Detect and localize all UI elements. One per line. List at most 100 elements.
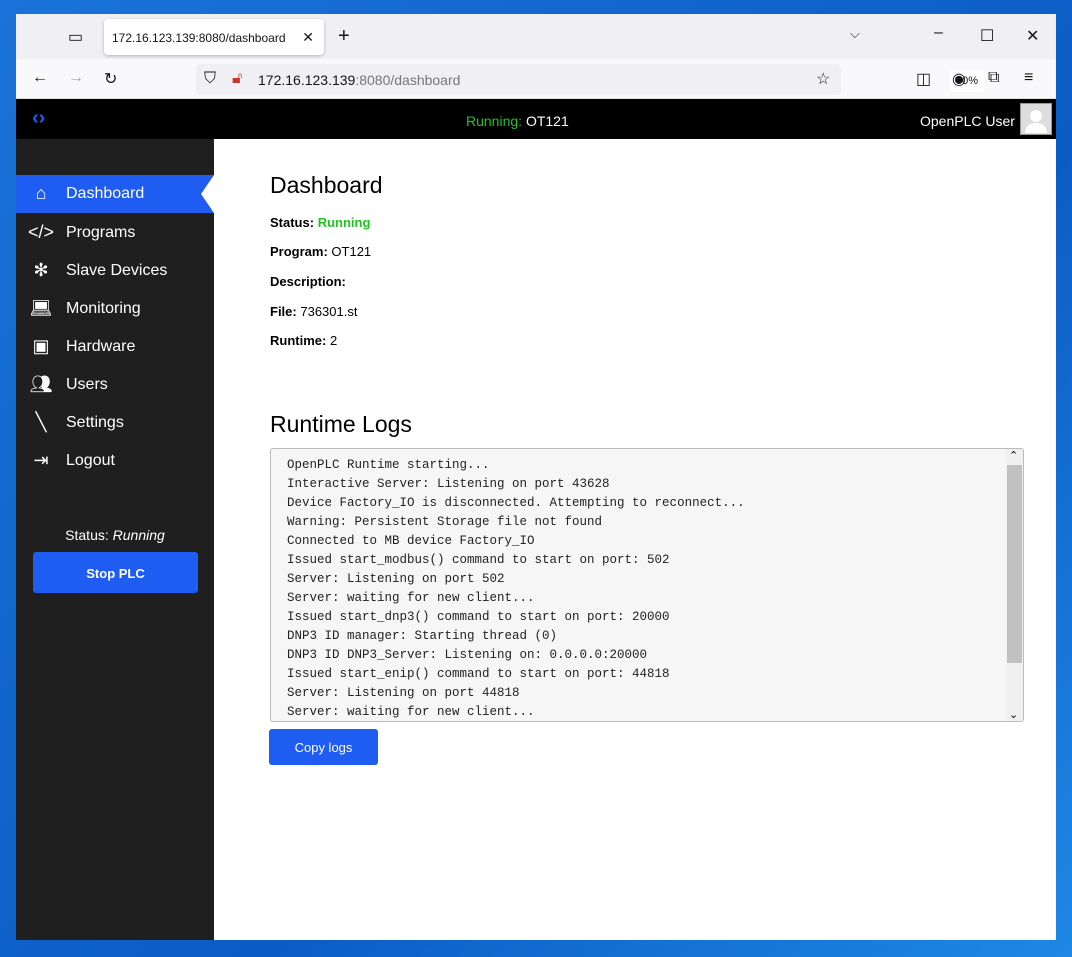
- log-line: Issued start_enip() command to start on …: [287, 667, 670, 681]
- sidebar-item-slave-devices[interactable]: ✻ Slave Devices: [16, 252, 214, 290]
- field-value: 2: [329, 333, 338, 348]
- back-icon[interactable]: ←: [32, 69, 48, 87]
- log-lines: OpenPLC Runtime starting... Interactive S…: [271, 449, 1023, 721]
- log-line: Server: Listening on port 502: [287, 572, 505, 586]
- tab-list-icon[interactable]: ▭: [68, 27, 83, 47]
- copy-logs-button[interactable]: Copy logs: [269, 729, 378, 765]
- scroll-up-icon[interactable]: ⌃: [1009, 449, 1018, 462]
- sidebar-item-programs[interactable]: </> Programs: [16, 214, 214, 252]
- user-name[interactable]: OpenPLC User: [920, 113, 1015, 129]
- avatar[interactable]: [1020, 103, 1052, 135]
- scrollbar[interactable]: ⌃ ⌄: [1006, 449, 1023, 721]
- extensions-icon[interactable]: ⧉: [988, 69, 999, 87]
- runtime-field: Runtime: 2: [270, 333, 337, 348]
- status-value: Running: [112, 527, 165, 543]
- plc-status: Status: Running: [16, 527, 214, 543]
- close-window-icon[interactable]: ✕: [1026, 26, 1039, 46]
- sidebar-item-label: Slave Devices: [66, 262, 168, 279]
- log-line: OpenPLC Runtime starting...: [287, 458, 490, 472]
- users-icon: 👥︎: [29, 374, 53, 394]
- account-icon[interactable]: ◉: [952, 69, 966, 89]
- running-program: OT121: [525, 113, 569, 129]
- sidebar-item-label: Settings: [66, 414, 124, 431]
- sidebar-item-label: Dashboard: [66, 185, 145, 202]
- insecure-lock-icon: 🔓︎: [232, 70, 243, 87]
- tab-title: 172.16.123.139:8080/dashboard: [112, 31, 286, 45]
- laptop-icon: 💻︎: [29, 298, 53, 318]
- code-icon: </>: [28, 222, 55, 242]
- close-tab-icon[interactable]: ✕: [302, 29, 314, 46]
- sidebar-item-monitoring[interactable]: 💻︎ Monitoring: [16, 290, 214, 328]
- main-content: Dashboard Status: Running Program: OT121…: [214, 139, 1056, 940]
- pocket-icon[interactable]: ◫: [916, 69, 931, 89]
- sidebar-item-dashboard[interactable]: ⌂ Dashboard: [16, 175, 214, 213]
- active-pointer: [201, 175, 214, 213]
- log-line: Server: waiting for new client...: [287, 591, 535, 605]
- status-field: Status: Running: [270, 215, 370, 230]
- url-host: 172.16.123.139: [258, 72, 356, 88]
- openplc-logo-icon[interactable]: ‹›: [32, 107, 45, 130]
- maximize-icon[interactable]: ☐: [980, 26, 994, 46]
- log-line: Warning: Persistent Storage file not fou…: [287, 515, 603, 529]
- sidebar-item-logout[interactable]: ⇥ Logout: [16, 442, 214, 480]
- logout-icon: ⇥: [33, 450, 49, 470]
- log-line: DNP3 ID DNP3_Server: Listening on: 0.0.0…: [287, 648, 648, 662]
- menu-icon[interactable]: ≡: [1024, 69, 1033, 87]
- sidebar-item-users[interactable]: 👥︎ Users: [16, 366, 214, 404]
- log-line: Connected to MB device Factory_IO: [287, 534, 535, 548]
- reload-icon[interactable]: ↻: [104, 69, 117, 89]
- new-tab-icon[interactable]: +: [338, 25, 350, 48]
- tab-bar: ▭ 172.16.123.139:8080/dashboard ✕ + ⌵ – ☐…: [16, 14, 1056, 59]
- field-label: Runtime:: [270, 333, 327, 348]
- program-field: Program: OT121: [270, 244, 371, 259]
- chip-icon: ▣: [32, 336, 50, 356]
- field-label: Description:: [270, 274, 346, 289]
- field-label: File:: [270, 304, 297, 319]
- runtime-logs-textarea[interactable]: OpenPLC Runtime starting... Interactive S…: [270, 448, 1024, 722]
- shield-icon: ⛉: [204, 70, 217, 87]
- log-line: Interactive Server: Listening on port 43…: [287, 477, 610, 491]
- running-indicator: Running: OT121: [466, 113, 569, 129]
- sidebar-item-hardware[interactable]: ▣ Hardware: [16, 328, 214, 366]
- screwdriver-icon: ╲: [35, 412, 47, 432]
- log-line: Server: Listening on port 44818: [287, 686, 520, 700]
- page-title: Dashboard: [270, 172, 383, 198]
- running-label: Running:: [466, 113, 523, 129]
- sidebar-item-label: Monitoring: [66, 300, 141, 317]
- scrollbar-thumb[interactable]: [1007, 465, 1022, 663]
- nav-bar: ← → ↻ ⛉ 🔓︎ 172.16.123.139:8080/dashboard…: [16, 59, 1056, 99]
- log-line: Server: waiting for new client...: [287, 705, 535, 719]
- url-path: :8080/dashboard: [355, 72, 461, 88]
- runtime-logs-title: Runtime Logs: [270, 411, 412, 437]
- sidebar-item-settings[interactable]: ╲ Settings: [16, 404, 214, 442]
- stop-plc-button[interactable]: Stop PLC: [33, 552, 198, 593]
- sidebar-item-label: Hardware: [66, 338, 136, 355]
- log-line: Issued start_modbus() command to start o…: [287, 553, 670, 567]
- sidebar-item-label: Users: [66, 376, 108, 393]
- file-field: File: 736301.st: [270, 304, 357, 319]
- log-line: Issued start_dnp3() command to start on …: [287, 610, 670, 624]
- browser-tab[interactable]: 172.16.123.139:8080/dashboard ✕: [104, 19, 324, 55]
- scroll-down-icon[interactable]: ⌄: [1009, 708, 1018, 721]
- home-icon: ⌂: [35, 183, 47, 203]
- log-line: Device Factory_IO is disconnected. Attem…: [287, 496, 745, 510]
- field-value: 736301.st: [300, 304, 358, 319]
- sidebar: ⌂ Dashboard </> Programs ✻ Slave Devices 💻︎…: [16, 139, 214, 940]
- field-label: Program:: [270, 244, 328, 259]
- status-value: Running: [317, 215, 371, 230]
- url-bar[interactable]: ⛉ 🔓︎ 172.16.123.139:8080/dashboard 80% ☆: [196, 64, 985, 95]
- description-field: Description:: [270, 274, 346, 289]
- sidebar-item-label: Programs: [66, 224, 136, 241]
- bookmark-star-icon[interactable]: ☆: [816, 69, 830, 89]
- sidebar-item-label: Logout: [66, 452, 115, 469]
- field-value: OT121: [331, 244, 372, 259]
- forward-icon[interactable]: →: [68, 69, 84, 87]
- minimize-icon[interactable]: –: [934, 24, 943, 42]
- status-label: Status:: [65, 527, 109, 543]
- chevron-down-icon[interactable]: ⌵: [850, 26, 860, 42]
- log-line: DNP3 ID manager: Starting thread (0): [287, 629, 558, 643]
- field-label: Status:: [270, 215, 315, 230]
- network-icon: ✻: [33, 260, 49, 280]
- browser-window: ▭ 172.16.123.139:8080/dashboard ✕ + ⌵ – ☐…: [16, 14, 1056, 940]
- app-header: ‹› Running: OT121 OpenPLC User: [16, 99, 1056, 139]
